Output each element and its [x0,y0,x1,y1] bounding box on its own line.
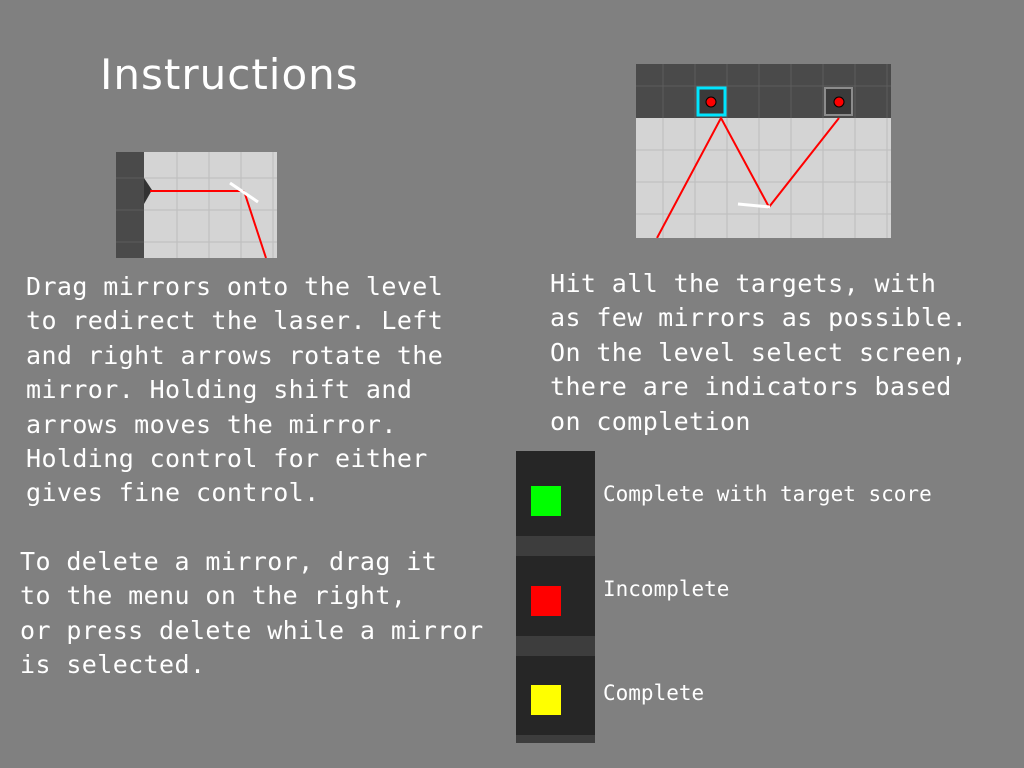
target-icon-hit [696,86,727,117]
indicator-complete [531,685,561,715]
completion-indicator-strip [516,451,595,743]
target-icon [824,87,853,116]
targets-demo-illustration [636,64,891,238]
legend-label-complete: Complete [603,681,705,705]
legend-label-complete-target-score: Complete with target score [603,482,932,506]
targets-instructions-text: Hit all the targets, with as few mirrors… [550,269,968,436]
legend-label-incomplete: Incomplete [603,577,730,601]
delete-instructions-text: To delete a mirror, drag it to the menu … [20,547,484,680]
page-title: Instructions [100,50,359,99]
indicator-incomplete [531,586,561,616]
mirror-demo-illustration [116,152,277,258]
mirror-instructions-text: Drag mirrors onto the level to redirect … [26,272,444,508]
indicator-complete-target-score [531,486,561,516]
